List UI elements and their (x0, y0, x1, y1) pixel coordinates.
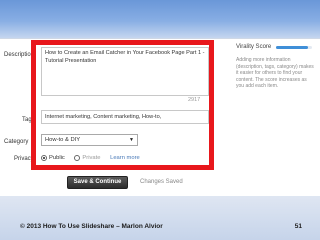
save-status: Changes Saved (140, 179, 183, 185)
slide-number: 51 (294, 223, 302, 230)
virality-help-text: Adding more information (description, ta… (236, 57, 314, 90)
slide-footer-band (0, 196, 320, 240)
virality-score-fill (276, 46, 309, 49)
save-continue-button[interactable]: Save & Continue (67, 176, 128, 189)
virality-score-bar (276, 46, 312, 49)
footer-copyright: © 2013 How To Use Slideshare – Marlon Al… (20, 223, 163, 230)
virality-score-title: Virality Score (236, 44, 272, 50)
highlight-frame (31, 40, 214, 170)
category-label: Category (4, 139, 29, 145)
slide-header-band (0, 0, 320, 38)
description-label: Description (4, 52, 35, 58)
